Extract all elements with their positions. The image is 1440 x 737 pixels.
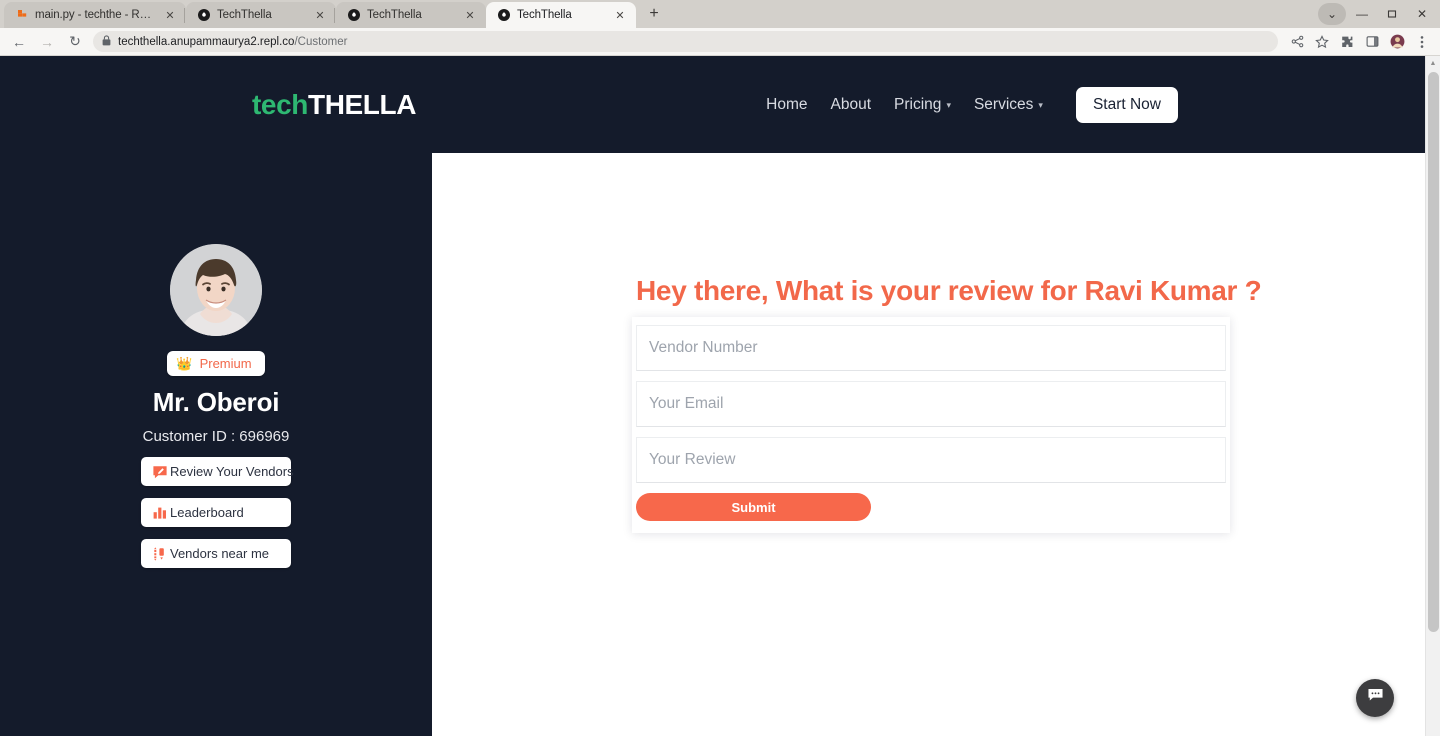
email-field[interactable]: Your Email [636,381,1226,427]
browser-tab[interactable]: TechThella ✕ [334,2,486,28]
browser-toolbar: ← → ↻ techthella.anupammaurya2.repl.co/C… [0,28,1440,56]
browser-tab-active[interactable]: TechThella ✕ [486,2,636,28]
web-page: techTHELLA Home About Pricing ▾ Services [0,56,1425,736]
sidebar-item-label: Review Your Vendors [170,464,294,479]
tab-search-icon[interactable]: ⌄ [1318,3,1346,25]
lock-icon [102,34,111,49]
nav-label: Home [766,95,808,113]
minimize-icon[interactable]: — [1348,3,1376,25]
review-field[interactable]: Your Review [636,437,1226,483]
toolbar-actions [1285,30,1434,54]
review-icon [151,463,168,480]
nav-item-about[interactable]: About [831,96,872,114]
url-path: /Customer [294,35,348,48]
window-controls: ⌄ — ✕ [1318,0,1436,28]
user-sidebar: 👑 Premium Mr. Oberoi Customer ID : 69696… [0,153,432,568]
page-title: Hey there, What is your review for Ravi … [636,275,1262,306]
nav-item-services[interactable]: Services ▾ [974,96,1043,114]
techthella-icon [347,9,360,22]
tab-title: main.py - techthe - Replit [35,9,156,21]
close-icon[interactable]: ✕ [163,8,177,22]
logo-part-two: THELLA [307,88,417,120]
bar-chart-icon [151,504,168,521]
chevron-down-icon: ▾ [946,100,951,110]
customer-id: Customer ID : 696969 [142,428,290,445]
new-tab-button[interactable]: + [641,1,667,27]
scrollbar-thumb[interactable] [1428,72,1439,632]
puzzle-icon[interactable] [1335,30,1359,54]
tab-title: TechThella [217,9,272,21]
site-logo[interactable]: techTHELLA [252,89,416,121]
chevron-down-icon: ▾ [1038,100,1043,110]
page-viewport: techTHELLA Home About Pricing ▾ Services [0,56,1440,736]
techthella-icon [497,9,510,22]
close-icon[interactable]: ✕ [463,8,477,22]
premium-label: Premium [199,356,252,371]
scroll-up-icon[interactable]: ▲ [1426,56,1440,71]
profile-avatar[interactable] [1385,30,1409,54]
url-host: techthella.anupammaurya2.repl.co [118,35,295,48]
vendor-number-field[interactable]: Vendor Number [636,325,1226,371]
maximize-icon[interactable] [1378,3,1406,25]
review-form: Vendor Number Your Email Your Review Sub… [632,317,1230,533]
sidebar-item-label: Vendors near me [170,546,270,561]
nav-item-home[interactable]: Home [766,96,807,114]
logo-part-one: tech [252,88,308,120]
url-text: techthella.anupammaurya2.repl.co/Custome… [118,36,347,48]
sidebar-item-vendors-near-me[interactable]: Vendors near me [141,539,291,568]
close-icon[interactable]: ✕ [313,8,327,22]
submit-button[interactable]: Submit [636,493,871,521]
forward-icon[interactable]: → [34,30,60,54]
premium-badge: 👑 Premium [167,351,265,376]
reload-icon[interactable]: ↻ [62,30,88,54]
browser-tab[interactable]: main.py - techthe - Replit ✕ [4,2,186,28]
tab-strip: main.py - techthe - Replit ✕ TechThella … [0,0,1440,28]
chat-bubble-icon [1366,686,1385,710]
share-icon[interactable] [1285,30,1309,54]
address-bar[interactable]: techthella.anupammaurya2.repl.co/Custome… [93,31,1278,52]
sidebar-item-review-vendors[interactable]: Review Your Vendors [141,457,294,486]
main-content-panel: Hey there, What is your review for Ravi … [432,212,1425,736]
crown-icon: 👑 [176,356,193,371]
close-window-icon[interactable]: ✕ [1408,3,1436,25]
replit-icon [15,9,28,22]
nav-label: About [830,95,872,113]
field-placeholder: Vendor Number [649,339,758,356]
tab-title: TechThella [517,9,572,21]
nav-item-pricing[interactable]: Pricing ▾ [894,96,951,114]
page-scrollbar[interactable]: ▲ [1425,56,1440,736]
start-now-button[interactable]: Start Now [1075,86,1178,123]
site-header: techTHELLA Home About Pricing ▾ Services [0,56,1425,153]
nav-label: Pricing [894,95,942,113]
field-placeholder: Your Email [649,395,724,412]
browser-tab[interactable]: TechThella ✕ [184,2,336,28]
close-icon[interactable]: ✕ [613,8,627,22]
avatar [170,244,262,336]
tab-title: TechThella [367,9,422,21]
user-name: Mr. Oberoi [152,387,280,417]
techthella-icon [197,9,210,22]
sidepanel-icon[interactable] [1360,30,1384,54]
field-placeholder: Your Review [649,451,736,468]
sidebar-item-leaderboard[interactable]: Leaderboard [141,498,291,527]
star-icon[interactable] [1310,30,1334,54]
back-icon[interactable]: ← [6,30,32,54]
nav-label: Services [973,95,1034,113]
browser-window: main.py - techthe - Replit ✕ TechThella … [0,0,1440,737]
chat-widget-button[interactable] [1356,679,1394,717]
main-navigation: Home About Pricing ▾ Services ▾ Start No… [766,86,1178,123]
sidebar-item-label: Leaderboard [170,505,244,520]
location-pins-icon [151,545,168,562]
kebab-menu-icon[interactable] [1410,30,1434,54]
